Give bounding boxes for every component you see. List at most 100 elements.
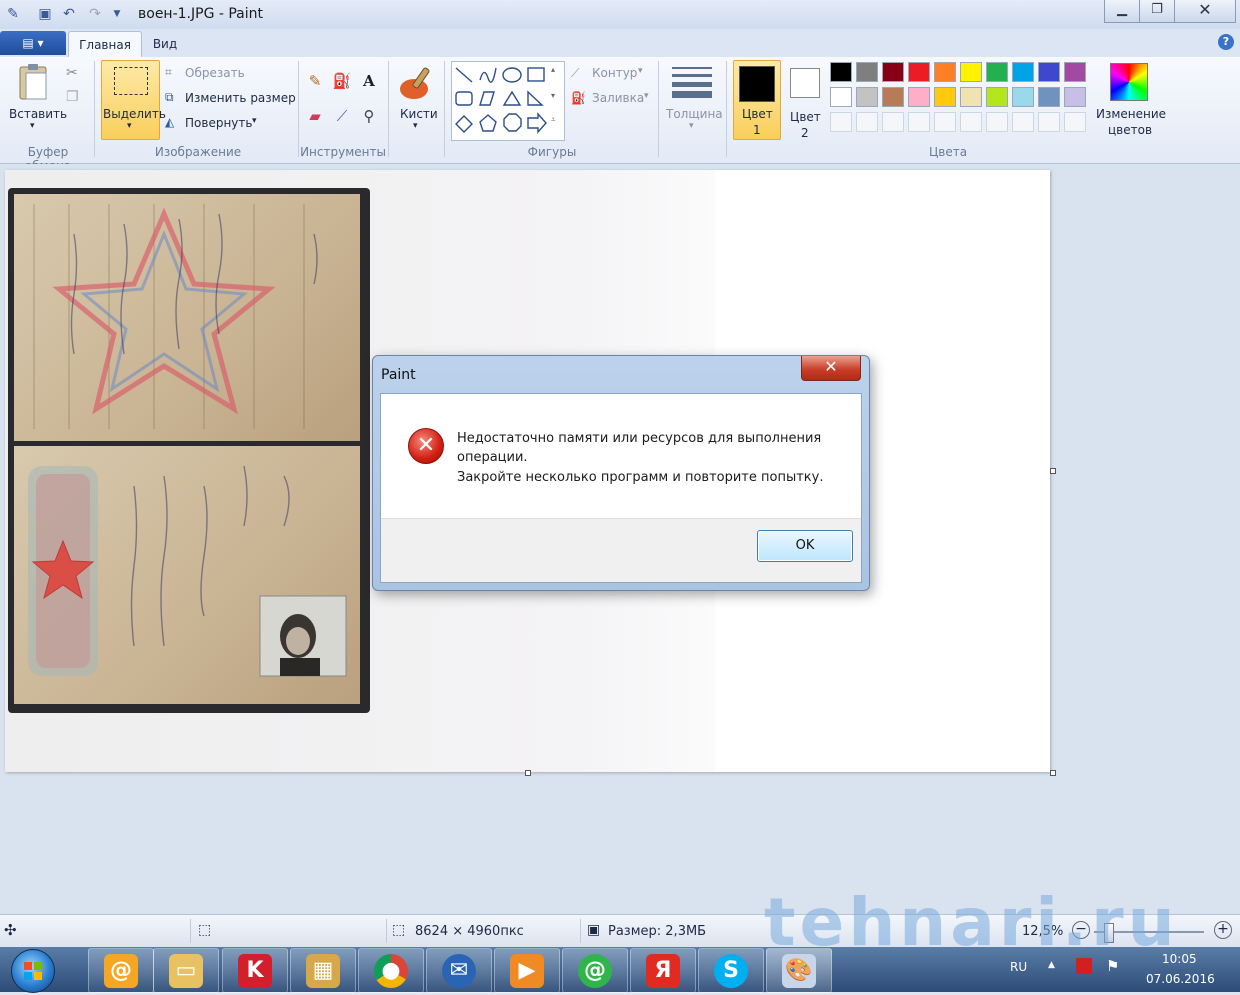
help-icon[interactable]: ?: [1218, 34, 1234, 50]
rotate-icon[interactable]: ◭: [165, 115, 181, 131]
color-swatch[interactable]: [1064, 87, 1086, 107]
color-swatch[interactable]: [960, 62, 982, 82]
taskbar-paint[interactable]: 🎨: [766, 948, 832, 993]
dropdown-icon[interactable]: ▼: [108, 5, 126, 23]
color-swatch[interactable]: [1012, 62, 1034, 82]
copy-icon[interactable]: ❐: [66, 89, 82, 105]
taskbar-images[interactable]: ▦: [290, 948, 356, 993]
custom-color-slot[interactable]: [1038, 112, 1060, 132]
paste-button[interactable]: Вставить: [9, 107, 67, 121]
custom-color-slot[interactable]: [856, 112, 878, 132]
color-swatch[interactable]: [1064, 62, 1086, 82]
minimize-button[interactable]: ▁: [1104, 0, 1140, 23]
color1-button[interactable]: Цвет 1: [733, 60, 781, 140]
taskbar-icq[interactable]: @: [562, 948, 628, 993]
taskbar-mail-agent[interactable]: @: [88, 948, 154, 993]
fill-dropdown-icon[interactable]: ▾: [644, 91, 649, 101]
cut-icon[interactable]: ✂: [66, 65, 82, 81]
brushes-dropdown-icon[interactable]: ▾: [413, 121, 418, 131]
outline-icon[interactable]: ⟋: [571, 66, 587, 82]
color-swatch[interactable]: [882, 87, 904, 107]
color-swatch[interactable]: [856, 62, 878, 82]
resize-handle-corner[interactable]: [1050, 770, 1056, 776]
shapes-scroll-down-icon[interactable]: ▾: [551, 91, 555, 100]
shapes-gallery[interactable]: [451, 61, 565, 141]
paint-app-icon[interactable]: ✎: [4, 5, 22, 23]
resize-icon[interactable]: ⧉: [165, 90, 181, 106]
taskbar-skype[interactable]: S: [698, 948, 764, 993]
magnifier-icon[interactable]: ⚲: [357, 104, 381, 128]
tray-flag-icon[interactable]: ⚑: [1106, 957, 1119, 975]
redo-icon[interactable]: ↷: [86, 5, 104, 23]
color-swatch[interactable]: [882, 62, 904, 82]
rotate-dropdown-icon[interactable]: ▾: [252, 116, 257, 126]
crop-icon[interactable]: ⌗: [165, 65, 181, 81]
color-swatch[interactable]: [830, 87, 852, 107]
outline-button[interactable]: Контур: [592, 66, 637, 80]
color-swatch[interactable]: [856, 87, 878, 107]
tray-expand-icon[interactable]: ▲: [1048, 960, 1055, 970]
color-swatch[interactable]: [934, 62, 956, 82]
fill-bucket-icon[interactable]: ⛽: [330, 69, 354, 93]
color-swatch[interactable]: [1012, 87, 1034, 107]
color-swatch[interactable]: [830, 62, 852, 82]
taskbar-yandex[interactable]: Я: [630, 948, 696, 993]
shapes-scroll-up-icon[interactable]: ▴: [551, 65, 555, 74]
rotate-button[interactable]: Повернуть: [185, 116, 252, 130]
custom-color-slot[interactable]: [882, 112, 904, 132]
color-swatch[interactable]: [1038, 62, 1060, 82]
brushes-icon[interactable]: [396, 63, 436, 103]
start-button[interactable]: [11, 949, 55, 993]
taskbar-kaspersky[interactable]: K: [222, 948, 288, 993]
clock-date[interactable]: 07.06.2016: [1146, 972, 1215, 986]
color-swatch[interactable]: [1038, 87, 1060, 107]
custom-color-slot[interactable]: [830, 112, 852, 132]
size-icon[interactable]: [672, 65, 712, 98]
paste-dropdown-icon[interactable]: ▾: [30, 121, 35, 131]
resize-button[interactable]: Изменить размер: [185, 91, 296, 105]
resize-handle-right[interactable]: [1050, 468, 1056, 474]
color-swatch[interactable]: [960, 87, 982, 107]
custom-color-slot[interactable]: [986, 112, 1008, 132]
taskbar-explorer[interactable]: ▭: [153, 948, 219, 993]
tab-view[interactable]: Вид: [142, 31, 188, 56]
tray-antivirus-icon[interactable]: [1076, 958, 1092, 974]
custom-color-slot[interactable]: [960, 112, 982, 132]
fill-icon[interactable]: ⛽: [571, 91, 587, 107]
size-button[interactable]: Толщина: [666, 107, 723, 121]
color-swatch[interactable]: [934, 87, 956, 107]
shapes-more-icon[interactable]: ⩡: [551, 115, 556, 125]
color-swatch[interactable]: [908, 62, 930, 82]
size-dropdown-icon[interactable]: ▾: [689, 121, 694, 131]
color2-button[interactable]: Цвет 2: [784, 60, 828, 140]
edit-colors-icon[interactable]: [1110, 63, 1148, 101]
file-menu-button[interactable]: ▤ ▾: [0, 31, 66, 55]
paste-icon[interactable]: [14, 63, 54, 103]
taskbar-media-player[interactable]: ▶: [494, 948, 560, 993]
undo-icon[interactable]: ↶: [60, 5, 78, 23]
taskbar-chrome[interactable]: ●: [358, 948, 424, 993]
edit-colors-button[interactable]: Изменение: [1096, 107, 1166, 121]
resize-handle-bottom[interactable]: [525, 770, 531, 776]
outline-dropdown-icon[interactable]: ▾: [638, 66, 643, 76]
custom-color-slot[interactable]: [934, 112, 956, 132]
maximize-button[interactable]: ❐: [1139, 0, 1175, 23]
select-button[interactable]: Выделить ▾: [101, 60, 166, 140]
zoom-in-icon[interactable]: +: [1214, 921, 1232, 939]
brushes-button[interactable]: Кисти: [400, 107, 438, 121]
close-window-button[interactable]: ✕: [1174, 0, 1236, 23]
eraser-icon[interactable]: ▰: [303, 104, 327, 128]
custom-color-slot[interactable]: [908, 112, 930, 132]
tab-home[interactable]: Главная: [68, 31, 142, 57]
save-icon[interactable]: ▣: [36, 5, 54, 23]
custom-color-slot[interactable]: [1064, 112, 1086, 132]
crop-button[interactable]: Обрезать: [185, 66, 245, 80]
pencil-icon[interactable]: ✎: [303, 69, 327, 93]
dialog-close-button[interactable]: ✕: [801, 356, 861, 381]
color-swatch[interactable]: [908, 87, 930, 107]
ok-button[interactable]: OK: [757, 530, 853, 562]
color-picker-icon[interactable]: ⟋: [330, 104, 354, 128]
color-swatch[interactable]: [986, 87, 1008, 107]
taskbar-thunderbird[interactable]: ✉: [426, 948, 492, 993]
color-swatch[interactable]: [986, 62, 1008, 82]
